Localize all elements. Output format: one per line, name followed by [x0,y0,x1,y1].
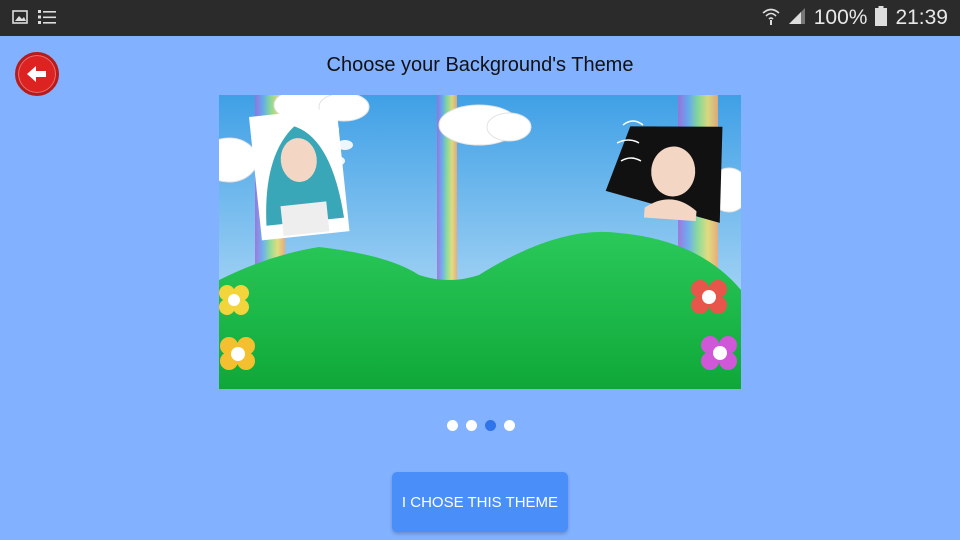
status-left [12,9,56,30]
signal-icon [788,7,806,30]
list-icon [38,9,56,30]
status-right: 100% 21:39 [762,4,948,32]
clock: 21:39 [895,6,948,29]
theme-preview[interactable] [219,95,741,389]
status-bar: 100% 21:39 [0,0,960,36]
choose-theme-button[interactable]: I CHOSE THIS THEME [392,472,568,532]
battery-icon [875,5,888,31]
flower-yellow-1 [219,285,249,315]
carousel-dot[interactable] [504,420,515,431]
battery-percent: 100% [813,6,868,29]
carousel-dot[interactable] [447,420,458,431]
theme-preview-illustration [219,95,741,389]
image-icon [12,10,28,29]
wifi-icon [762,7,780,30]
carousel-indicator [447,420,515,431]
carousel-dot[interactable] [466,420,477,431]
carousel-dot-active[interactable] [485,420,496,431]
page-title: Choose your Background's Theme [326,54,634,76]
